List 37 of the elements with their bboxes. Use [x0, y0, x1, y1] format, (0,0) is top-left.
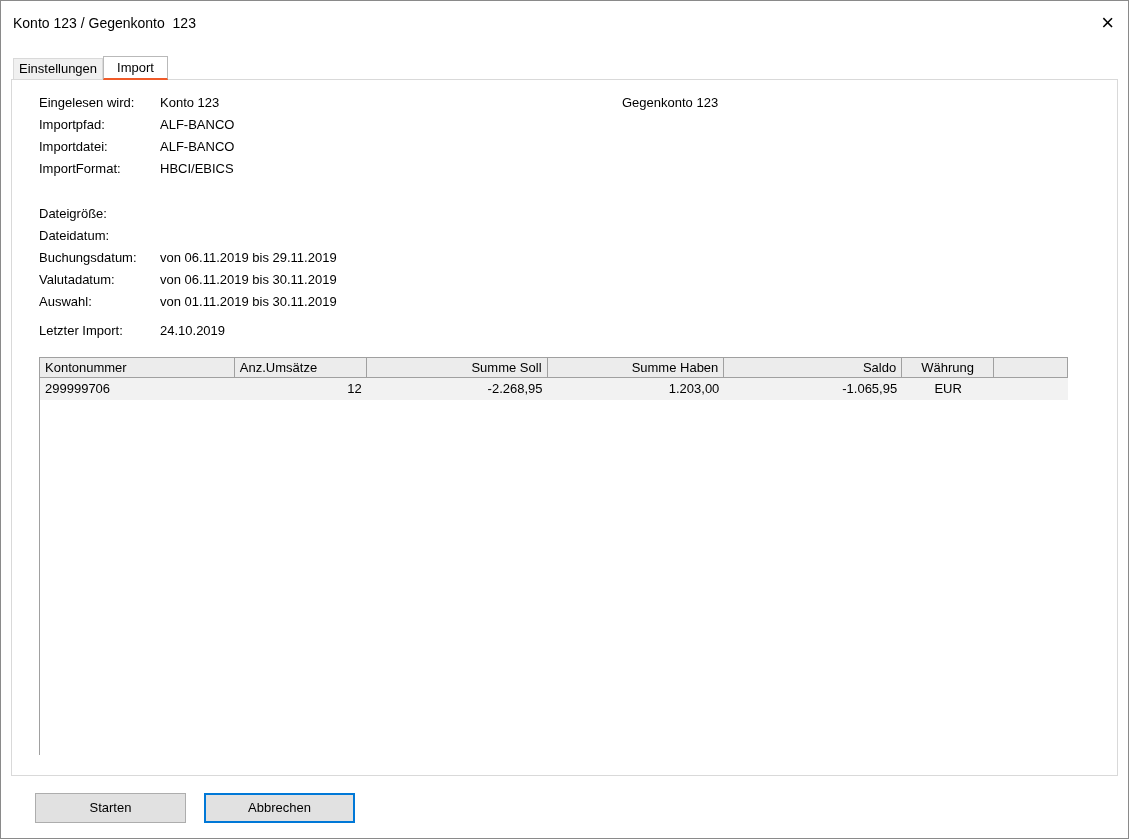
field-label: Dateidatum: — [39, 227, 111, 246]
table-cell-text: 12 — [346, 380, 363, 398]
close-button[interactable]: × — [1101, 12, 1114, 34]
table-cell-text: -2.268,95 — [486, 380, 544, 398]
column-header[interactable]: Anz.Umsätze — [234, 358, 367, 378]
table-cell-text: -1.065,95 — [841, 380, 899, 398]
table-cell-text: 1.203,00 — [667, 380, 721, 398]
field-value: ALF-BANCO — [160, 116, 236, 135]
field-label: Letzter Import: — [39, 322, 124, 341]
field-value: HBCI/EBICS — [160, 160, 235, 179]
dialog-button[interactable]: Starten — [35, 793, 186, 823]
tab[interactable]: Einstellungen — [13, 58, 104, 79]
field-value: Gegenkonto 123 — [622, 94, 719, 113]
tab[interactable]: Import — [103, 56, 168, 80]
field-label: Dateigröße: — [39, 205, 108, 224]
field-value: Konto 123 — [160, 94, 221, 113]
column-header[interactable]: Summe Haben — [547, 358, 725, 378]
field-label: Valutadatum: — [39, 271, 116, 290]
field-value: von 06.11.2019 bis 30.11.2019 — [160, 271, 338, 290]
window-title: Konto 123 / Gegenkonto 123 — [13, 13, 196, 33]
column-header[interactable]: Saldo — [724, 358, 903, 378]
table-cell-text: EUR — [933, 380, 963, 398]
column-header[interactable]: Währung — [902, 358, 995, 378]
column-header[interactable]: Summe Soll — [366, 358, 548, 378]
field-value: von 06.11.2019 bis 29.11.2019 — [160, 249, 338, 268]
field-label: Importdatei: — [39, 138, 109, 157]
field-value: 24.10.2019 — [160, 322, 227, 341]
field-label: ImportFormat: — [39, 160, 122, 179]
table-cell-text: 299999706 — [44, 380, 112, 398]
field-value: von 01.11.2019 bis 30.11.2019 — [160, 293, 338, 312]
field-value: ALF-BANCO — [160, 138, 236, 157]
dialog-button[interactable]: Abbrechen — [204, 793, 355, 823]
field-label: Auswahl: — [39, 293, 93, 312]
field-label: Buchungsdatum: — [39, 249, 138, 268]
field-label: Importpfad: — [39, 116, 106, 135]
field-label: Eingelesen wird: — [39, 94, 136, 113]
column-header[interactable]: Kontonummer — [40, 358, 235, 378]
